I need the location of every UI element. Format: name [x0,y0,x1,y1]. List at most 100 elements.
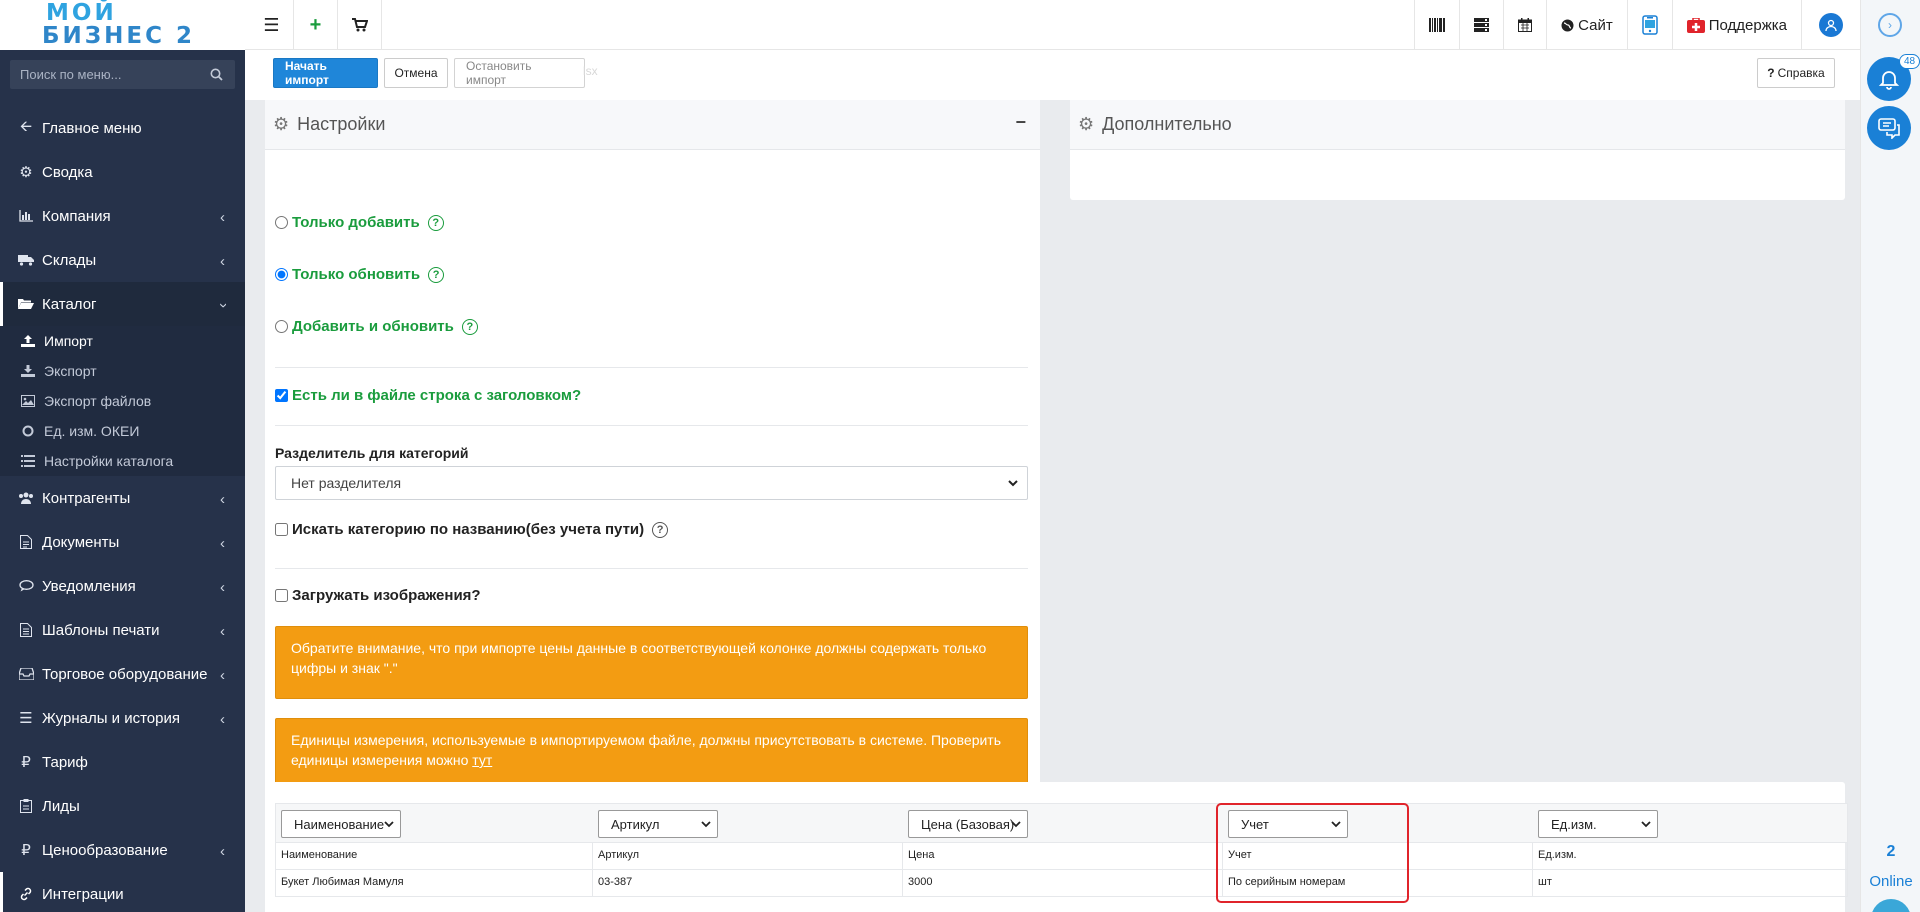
only-update-radio[interactable] [275,268,288,281]
only-add-option[interactable]: Только добавить ? [275,214,444,231]
download-icon [20,365,36,377]
mobile-app-button[interactable] [1626,0,1672,50]
sidebar-subitem-export-files[interactable]: Экспорт файлов [0,386,245,416]
avatar [1819,13,1843,37]
cart-button[interactable] [338,0,382,50]
top-right-toolbar: Сайт Поддержка [1414,0,1860,50]
table-cell: По серийным номерам [1228,876,1346,888]
sidebar-item-trade-equipment[interactable]: Торговое оборудование ‹ [0,652,245,696]
additional-panel: ⚙ Дополнительно [1070,100,1845,200]
search-icon[interactable] [210,68,223,81]
sidebar-item-summary[interactable]: ⚙ Сводка [0,150,245,194]
sidebar-item-tariff[interactable]: ₽ Тариф [0,740,245,784]
sidebar-item-logs-history[interactable]: ☰ Журналы и история ‹ [0,696,245,740]
additional-panel-header[interactable]: ⚙ Дополнительно [1070,100,1845,150]
search-category-checkbox[interactable] [275,523,288,536]
link-icon [18,887,34,901]
support-link[interactable]: Поддержка [1671,0,1801,50]
column-divider [1222,843,1223,870]
units-check-link[interactable]: тут [472,752,492,768]
header-row-option[interactable]: Есть ли в файле строка с заголовком? [275,387,581,404]
sidebar-item-label: Сводка [42,163,93,181]
load-images-option[interactable]: Загружать изображения? [275,587,481,604]
sidebar-item-label: Журналы и история [42,709,180,727]
sidebar-item-leads[interactable]: Лиды [0,784,245,828]
logo-line-1: МОЙ [46,0,117,26]
barcode-button[interactable] [1414,0,1459,50]
help-circle-icon[interactable]: ? [461,318,478,335]
sidebar-subitem-catalog-settings[interactable]: Настройки каталога [0,446,245,476]
clipboard-icon [18,799,34,813]
sidebar-item-print-templates[interactable]: Шаблоны печати ‹ [0,608,245,652]
chevron-left-icon: ‹ [220,579,225,596]
collapse-panel-button[interactable]: › [1878,13,1902,37]
sidebar-item-pricing[interactable]: ₽ Ценообразование ‹ [0,828,245,872]
table-cell: шт [1538,876,1552,888]
help-button[interactable]: ? Справка [1757,58,1835,88]
cancel-button[interactable]: Отмена [384,58,448,88]
sidebar-subitem-export[interactable]: Экспорт [0,356,245,386]
add-and-update-radio[interactable] [275,320,288,333]
column-select-unit[interactable]: Ед.изм. [1538,810,1658,838]
chevron-left-icon: ‹ [220,491,225,508]
site-link[interactable]: Сайт [1546,0,1627,50]
help-circle-icon[interactable]: ? [428,266,445,283]
column-select-article[interactable]: Артикул [598,810,718,838]
sidebar-subitem-label: Ед. изм. ОКЕИ [44,423,140,439]
online-count: 2 [1886,843,1896,860]
column-select-price[interactable]: Цена (Базовая) [908,810,1028,838]
category-separator-select[interactable]: Нет разделителя [275,466,1028,500]
table-cell: Учет [1228,849,1252,861]
sidebar-item-catalog[interactable]: Каталог ‹ [0,282,245,326]
sidebar-item-documents[interactable]: Документы ‹ [0,520,245,564]
help-circle-icon[interactable]: ? [652,521,669,538]
only-update-option[interactable]: Только обновить ? [275,266,445,283]
header-row-checkbox[interactable] [275,389,288,402]
user-icon [1825,19,1837,31]
sidebar-item-warehouses[interactable]: Склады ‹ [0,238,245,282]
menu-search-input[interactable] [20,67,210,82]
chevron-down-icon [384,821,394,828]
add-button[interactable]: + [294,0,338,50]
sidebar-item-main-menu[interactable]: 🡨 Главное меню [0,106,245,150]
sidebar-item-company[interactable]: Компания ‹ [0,194,245,238]
servers-button[interactable] [1459,0,1503,50]
load-images-label: Загружать изображения? [292,587,481,604]
sidebar-subitem-okei-units[interactable]: Ед. изм. ОКЕИ [0,416,245,446]
only-add-radio[interactable] [275,216,288,229]
start-import-button[interactable]: Начать импорт [273,58,378,88]
logo[interactable]: МОЙ БИЗНЕС 2 [0,0,245,50]
search-category-option[interactable]: Искать категорию по названию(без учета п… [275,521,669,538]
help-circle-icon[interactable]: ? [427,214,444,231]
column-divider [902,870,903,897]
column-divider [1532,843,1533,870]
load-images-checkbox[interactable] [275,589,288,602]
table-cell: 3000 [908,876,933,888]
sidebar-subitem-import[interactable]: Импорт [0,326,245,356]
units-alert: Единицы измерения, используемые в импорт… [275,718,1028,791]
column-divider [1222,870,1223,897]
collapse-settings-button[interactable]: − [1015,112,1026,133]
user-profile-button[interactable] [1801,0,1860,50]
online-chat-button[interactable] [1871,899,1911,912]
sidebar-item-counterparties[interactable]: Контрагенты ‹ [0,476,245,520]
sidebar-item-notifications[interactable]: Уведомления ‹ [0,564,245,608]
settings-panel: ⚙ Настройки − Только добавить ? Только о… [265,100,1040,820]
image-icon [20,395,36,407]
price-format-alert: Обратите внимание, что при импорте цены … [275,626,1028,699]
column-select-name[interactable]: Наименование [281,810,401,838]
hamburger-menu-button[interactable]: ☰ [250,0,294,50]
sidebar-item-integrations[interactable]: Интеграции [0,872,245,912]
column-select-accounting[interactable]: Учет [1228,810,1348,838]
calendar-button[interactable] [1503,0,1546,50]
chat-button[interactable] [1867,106,1911,150]
table-cell: 03-387 [598,876,633,888]
chevron-left-icon: ‹ [220,209,225,226]
sidebar-item-label: Интеграции [42,885,124,903]
sidebar-item-label: Уведомления [42,577,136,595]
add-and-update-option[interactable]: Добавить и обновить ? [275,318,478,335]
chevron-left-icon: ‹ [220,843,225,860]
column-mapping-row: Наименование Артикул Цена (Базовая) Учет… [275,803,1848,843]
search-category-label: Искать категорию по названию(без учета п… [292,521,645,538]
sidebar-item-label: Документы [42,533,120,551]
